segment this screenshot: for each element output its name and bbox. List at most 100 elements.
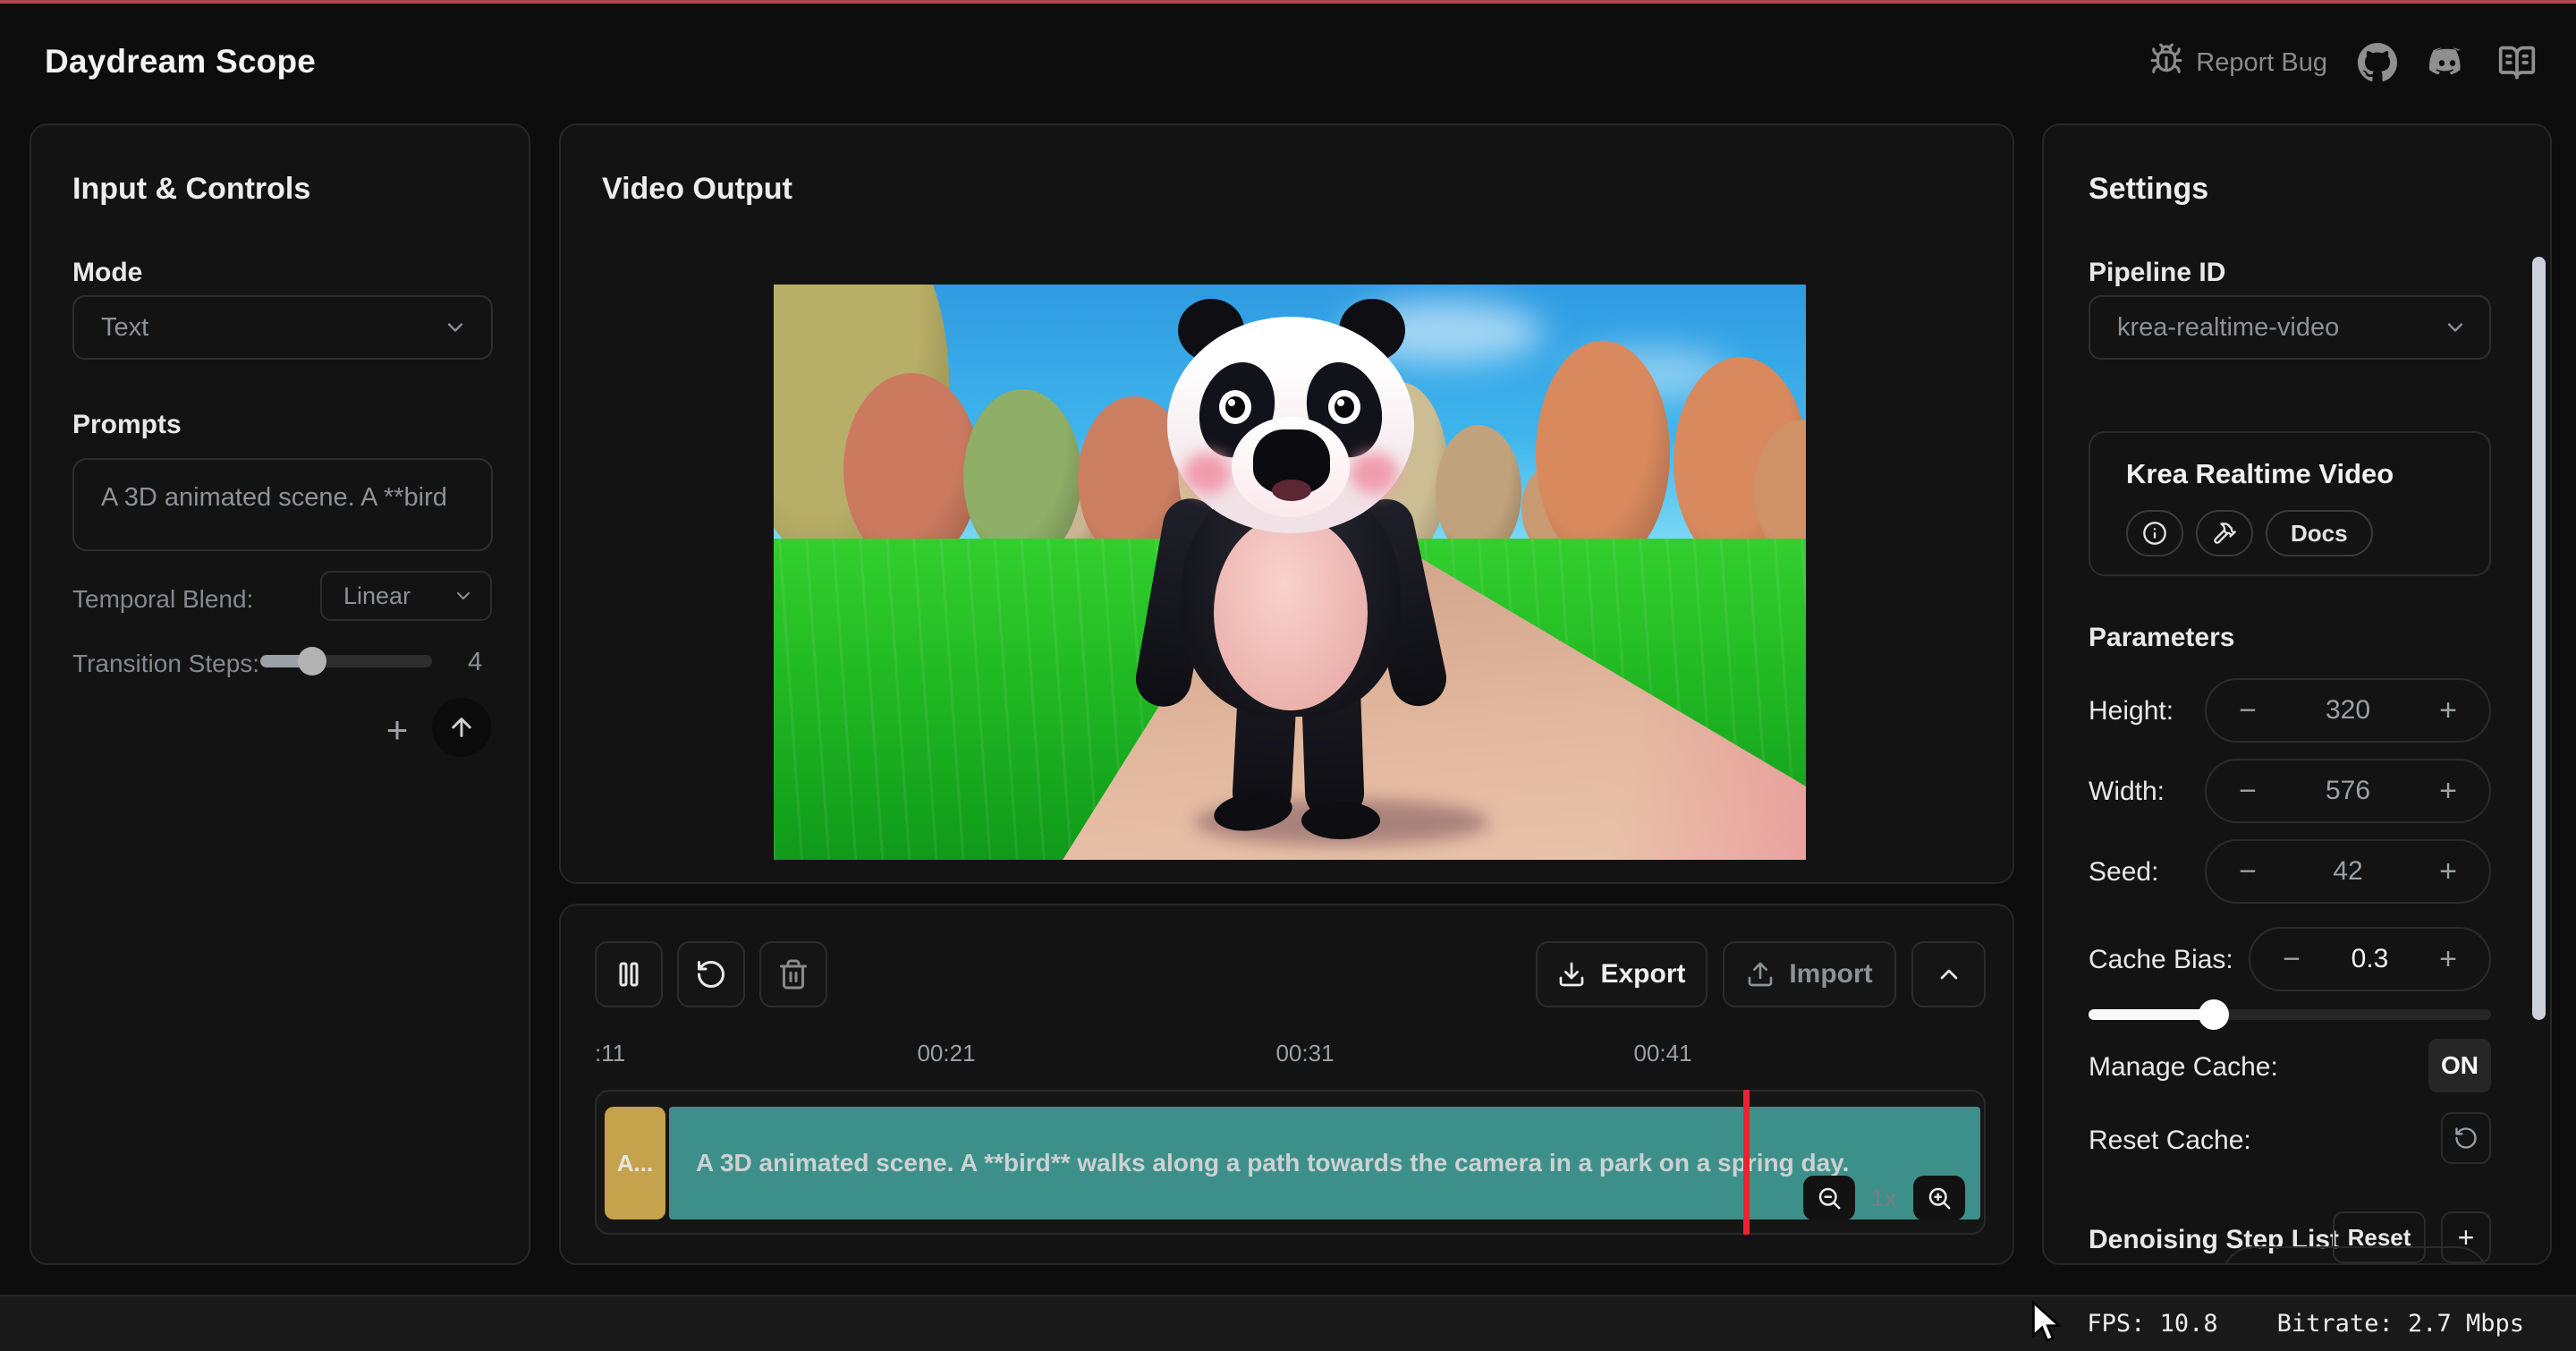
settings-scrollbar[interactable] xyxy=(2532,257,2546,1020)
height-stepper: − 320 + xyxy=(2205,678,2491,743)
mode-value: Text xyxy=(101,313,148,343)
restart-button[interactable] xyxy=(677,941,745,1007)
segment-chip-label: A... xyxy=(617,1150,653,1177)
docs-book-icon[interactable] xyxy=(2497,43,2537,82)
timeline-panel: Export Import :11 00:21 00:31 00:41 A...… xyxy=(559,904,2014,1265)
pipeline-card-actions: Docs xyxy=(2126,510,2373,557)
app-title: Daydream Scope xyxy=(45,43,316,81)
export-label: Export xyxy=(1600,959,1685,990)
manage-cache-toggle[interactable]: ON xyxy=(2428,1039,2491,1092)
arrow-up-icon xyxy=(447,713,476,742)
download-icon xyxy=(1557,960,1586,989)
height-value[interactable]: 320 xyxy=(2326,695,2370,726)
playhead[interactable] xyxy=(1743,1090,1750,1235)
pipeline-card: Krea Realtime Video Docs xyxy=(2089,431,2491,576)
report-bug-label: Report Bug xyxy=(2196,48,2327,78)
prompt-input[interactable]: A 3D animated scene. A **bird xyxy=(72,458,493,551)
ruler-tick: 00:31 xyxy=(1275,1040,1334,1067)
input-controls-title: Input & Controls xyxy=(72,172,310,207)
cache-bias-slider-knob[interactable] xyxy=(2199,999,2229,1030)
cache-bias-stepper: − 0.3 + xyxy=(2249,927,2491,991)
transition-steps-slider[interactable] xyxy=(260,655,432,667)
cache-bias-label: Cache Bias: xyxy=(2089,945,2233,975)
height-decrement-button[interactable]: − xyxy=(2230,693,2266,728)
height-label: Height: xyxy=(2089,696,2174,726)
export-button[interactable]: Export xyxy=(1536,941,1707,1007)
width-value[interactable]: 576 xyxy=(2326,776,2370,806)
denoising-step-stepper-partial[interactable] xyxy=(2222,1246,2488,1265)
cache-bias-slider[interactable] xyxy=(2089,1009,2491,1020)
cache-bias-value[interactable]: 0.3 xyxy=(2351,944,2389,974)
chevron-down-icon xyxy=(443,315,468,340)
hammer-icon xyxy=(2212,521,2237,546)
chevron-down-icon xyxy=(2443,315,2468,340)
bug-icon xyxy=(2149,42,2183,83)
seed-decrement-button[interactable]: − xyxy=(2230,854,2266,889)
pipeline-id-value: krea-realtime-video xyxy=(2117,313,2339,343)
temporal-blend-value: Linear xyxy=(343,582,411,610)
timeline-zoom-out-button[interactable] xyxy=(1803,1176,1855,1220)
prompt-segment-chip[interactable]: A... xyxy=(605,1107,665,1219)
delete-button[interactable] xyxy=(759,941,827,1007)
rotate-ccw-icon xyxy=(695,958,727,990)
temporal-blend-select[interactable]: Linear xyxy=(320,571,492,621)
cache-bias-decrement-button[interactable]: − xyxy=(2274,942,2309,977)
status-bar: FPS: 10.8 Bitrate: 2.7 Mbps xyxy=(0,1295,2576,1351)
video-output-title: Video Output xyxy=(602,172,792,207)
seed-stepper: − 42 + xyxy=(2205,839,2491,904)
video-output-panel: Video Output xyxy=(559,123,2014,884)
seed-increment-button[interactable]: + xyxy=(2430,854,2466,889)
discord-icon[interactable] xyxy=(2428,43,2467,82)
height-increment-button[interactable]: + xyxy=(2430,693,2466,728)
input-controls-panel: Input & Controls Mode Text Prompts A 3D … xyxy=(30,123,530,1265)
cache-bias-slider-fill xyxy=(2089,1009,2214,1020)
top-accent-line xyxy=(0,0,2576,4)
pipeline-build-button[interactable] xyxy=(2196,510,2253,557)
prompts-label: Prompts xyxy=(72,410,182,440)
import-label: Import xyxy=(1789,959,1872,990)
submit-prompt-button[interactable] xyxy=(432,698,491,757)
transition-steps-label: Transition Steps: xyxy=(72,650,259,678)
mode-select[interactable]: Text xyxy=(72,295,493,360)
width-stepper: − 576 + xyxy=(2205,759,2491,823)
pipeline-id-label: Pipeline ID xyxy=(2089,258,2225,288)
video-frame[interactable] xyxy=(774,285,1806,860)
pipeline-id-select[interactable]: krea-realtime-video xyxy=(2089,295,2491,360)
reset-cache-button[interactable] xyxy=(2441,1112,2491,1164)
manage-cache-label: Manage Cache: xyxy=(2089,1052,2278,1083)
parameters-label: Parameters xyxy=(2089,623,2234,653)
zoom-in-icon xyxy=(1926,1185,1953,1211)
settings-title: Settings xyxy=(2089,172,2208,207)
timeline-ruler[interactable]: :11 00:21 00:31 00:41 xyxy=(595,1040,1986,1070)
pipeline-info-button[interactable] xyxy=(2126,510,2183,557)
prompt-value: A 3D animated scene. A **bird xyxy=(101,483,447,512)
report-bug-button[interactable]: Report Bug xyxy=(2149,42,2327,83)
seed-label: Seed: xyxy=(2089,857,2158,888)
chevron-up-icon xyxy=(1935,960,1963,989)
trash-icon xyxy=(777,958,809,990)
transition-steps-slider-knob[interactable] xyxy=(298,647,326,676)
cache-bias-increment-button[interactable]: + xyxy=(2430,942,2466,977)
width-increment-button[interactable]: + xyxy=(2430,774,2466,809)
upload-icon xyxy=(1746,960,1775,989)
import-button[interactable]: Import xyxy=(1723,941,1896,1007)
prompt-segment[interactable]: A 3D animated scene. A **bird** walks al… xyxy=(669,1107,1980,1219)
timeline-zoom-in-button[interactable] xyxy=(1913,1176,1965,1220)
segment-text: A 3D animated scene. A **bird** walks al… xyxy=(696,1149,1849,1177)
pipeline-card-title: Krea Realtime Video xyxy=(2126,458,2394,490)
pipeline-docs-button[interactable]: Docs xyxy=(2266,510,2373,557)
add-prompt-button[interactable]: + xyxy=(375,703,419,757)
pause-button[interactable] xyxy=(595,941,663,1007)
info-icon xyxy=(2142,521,2167,546)
seed-value[interactable]: 42 xyxy=(2333,856,2362,887)
app-root: Daydream Scope Report Bug Input & Contro… xyxy=(0,0,2576,1351)
transition-steps-value: 4 xyxy=(468,648,482,677)
collapse-timeline-button[interactable] xyxy=(1911,941,1986,1007)
github-icon[interactable] xyxy=(2358,43,2397,82)
rotate-ccw-icon xyxy=(2453,1126,2479,1151)
header-actions: Report Bug xyxy=(2149,34,2537,91)
timeline-track[interactable]: A... A 3D animated scene. A **bird** wal… xyxy=(595,1090,1986,1235)
bitrate-readout: Bitrate: 2.7 Mbps xyxy=(2277,1310,2524,1338)
zoom-out-icon xyxy=(1816,1185,1843,1211)
width-decrement-button[interactable]: − xyxy=(2230,774,2266,809)
